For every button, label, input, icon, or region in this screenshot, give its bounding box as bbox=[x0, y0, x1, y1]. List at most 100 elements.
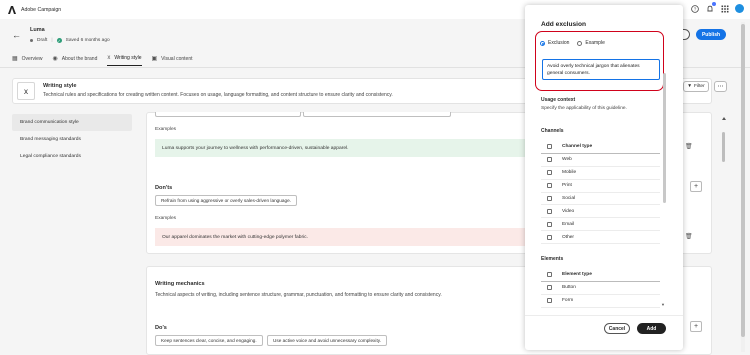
checkbox[interactable] bbox=[547, 196, 552, 201]
channels-title: Channels bbox=[541, 128, 564, 134]
apps-grid-icon[interactable] bbox=[720, 4, 729, 13]
channel-label: Email bbox=[562, 221, 574, 227]
writing-icon: х bbox=[107, 55, 111, 61]
table-row: Social bbox=[541, 193, 660, 206]
mechanics-description: Technical aspects of writing, including … bbox=[155, 292, 442, 298]
tab-overview[interactable]: ▦ Overview bbox=[12, 55, 43, 66]
image-icon: ▣ bbox=[151, 56, 158, 62]
checkbox[interactable] bbox=[547, 298, 552, 304]
cancel-button[interactable]: Cancel bbox=[604, 323, 630, 334]
content-scrollbar[interactable] bbox=[722, 117, 726, 317]
table-row: Web bbox=[541, 154, 660, 167]
radio-unselected-icon bbox=[577, 40, 583, 46]
element-label: Button bbox=[562, 285, 576, 291]
left-nav: Brand communication style Brand messagin… bbox=[12, 114, 132, 165]
usage-context-title: Usage context bbox=[541, 97, 576, 103]
radio-label: Example bbox=[585, 40, 605, 46]
channel-label: Video bbox=[562, 208, 575, 214]
column-header: Channel type bbox=[562, 144, 593, 150]
table-row: Email bbox=[541, 218, 660, 232]
user-avatar[interactable] bbox=[735, 4, 744, 13]
nav-item-brand-messaging-standards[interactable]: Brand messaging standards bbox=[12, 131, 132, 148]
table-row: Other bbox=[541, 231, 660, 245]
table-row: Video bbox=[541, 205, 660, 219]
select-all-checkbox[interactable] bbox=[547, 272, 552, 278]
page-scroll-thumb[interactable] bbox=[741, 24, 745, 337]
radio-exclusion[interactable]: Exclusion bbox=[540, 40, 569, 46]
checkbox[interactable] bbox=[547, 234, 552, 240]
add-button[interactable]: Add bbox=[637, 323, 666, 334]
radio-example[interactable]: Example bbox=[577, 40, 605, 46]
section-title: Writing style bbox=[43, 83, 77, 89]
trash-icon[interactable]: 🗑 bbox=[685, 233, 693, 240]
element-label: Form bbox=[562, 298, 574, 304]
cut-off-pill bbox=[155, 112, 301, 117]
status-saved: Saved 6 months ago bbox=[65, 38, 110, 43]
section-description: Technical rules and specifications for c… bbox=[43, 92, 393, 98]
mechanics-title: Writing mechanics bbox=[155, 281, 205, 287]
dont-pill: Refrain from using aggressive or overly … bbox=[155, 195, 298, 206]
column-header: Element type bbox=[562, 272, 592, 278]
nav-item-brand-communication-style[interactable]: Brand communication style bbox=[12, 114, 132, 131]
checkbox[interactable] bbox=[547, 208, 552, 214]
writing-style-icon: х bbox=[17, 82, 35, 100]
brand-icon: ◉ bbox=[52, 56, 58, 62]
brand-name: Luma bbox=[30, 27, 45, 33]
dos-title: Do's bbox=[155, 325, 167, 331]
filter-label: Filter bbox=[694, 84, 705, 89]
do-pill: Use active voice and avoid unnecessary c… bbox=[267, 335, 388, 346]
cut-off-pill bbox=[303, 112, 451, 117]
filter-button[interactable]: ▼ Filter bbox=[683, 81, 709, 92]
content-scroll-thumb[interactable] bbox=[722, 132, 725, 162]
dialog-footer-divider bbox=[525, 315, 683, 316]
donts-title: Don'ts bbox=[155, 185, 173, 191]
exclusion-textarea[interactable]: Avoid overly technical jargon that alien… bbox=[542, 59, 660, 80]
publish-button[interactable]: Publish bbox=[696, 29, 726, 40]
svg-text:?: ? bbox=[693, 6, 696, 11]
dialog-scroll-thumb[interactable] bbox=[663, 73, 666, 203]
status-line: Draft | ✓ Saved 6 months ago bbox=[30, 38, 110, 43]
tab-label: Overview bbox=[21, 55, 43, 62]
table-row: Mobile bbox=[541, 167, 660, 180]
nav-item-legal-compliance-standards[interactable]: Legal compliance standards bbox=[12, 148, 132, 165]
tab-about-the-brand[interactable]: ◉ About the brand bbox=[53, 55, 98, 66]
checkbox[interactable] bbox=[547, 285, 552, 291]
checkbox[interactable] bbox=[547, 157, 552, 163]
scroll-down-icon[interactable]: ▼ bbox=[661, 302, 665, 307]
trash-icon[interactable]: 🗑 bbox=[685, 143, 693, 150]
filter-icon: ▼ bbox=[687, 84, 693, 89]
add-dont-button[interactable]: + bbox=[690, 181, 702, 192]
channel-label: Print bbox=[562, 183, 572, 189]
type-radio-group: Exclusion Example bbox=[540, 40, 605, 46]
table-row: Button bbox=[541, 282, 660, 295]
select-all-checkbox[interactable] bbox=[547, 144, 552, 150]
back-arrow-icon[interactable]: ← bbox=[12, 30, 21, 40]
bad-example: Our apparel dominates the market with cu… bbox=[155, 228, 545, 246]
tab-bar: ▦ Overview ◉ About the brand х Writing s… bbox=[12, 55, 193, 66]
tab-label: Visual content bbox=[161, 55, 193, 62]
channel-label: Other bbox=[562, 234, 574, 240]
add-exclusion-dialog: Add exclusion Exclusion Example Avoid ov… bbox=[525, 5, 683, 350]
channel-label: Mobile bbox=[562, 170, 577, 176]
page-scrollbar[interactable] bbox=[741, 22, 745, 352]
tab-visual-content[interactable]: ▣ Visual content bbox=[152, 55, 193, 66]
channel-label: Social bbox=[562, 196, 576, 201]
help-icon[interactable]: ? bbox=[690, 4, 699, 13]
status-draft: Draft bbox=[37, 38, 48, 43]
usage-context-description: Specify the applicability of this guidel… bbox=[541, 106, 627, 111]
elements-table: Element type Button Form bbox=[541, 269, 660, 308]
more-options-button[interactable]: ⋯ bbox=[714, 81, 727, 92]
checkbox[interactable] bbox=[547, 221, 552, 227]
notifications-icon[interactable] bbox=[705, 2, 716, 13]
overview-icon: ▦ bbox=[12, 56, 18, 62]
tab-writing-style[interactable]: х Writing style bbox=[107, 55, 142, 66]
notification-badge bbox=[712, 2, 716, 6]
checkbox[interactable] bbox=[547, 170, 552, 176]
saved-check-icon: ✓ bbox=[56, 38, 62, 43]
examples-label: Examples bbox=[155, 127, 177, 132]
table-row: Print bbox=[541, 180, 660, 193]
draft-dot-icon bbox=[30, 39, 33, 42]
add-do-button[interactable]: + bbox=[690, 321, 702, 332]
checkbox[interactable] bbox=[547, 183, 552, 189]
examples-label: Examples bbox=[155, 216, 177, 221]
